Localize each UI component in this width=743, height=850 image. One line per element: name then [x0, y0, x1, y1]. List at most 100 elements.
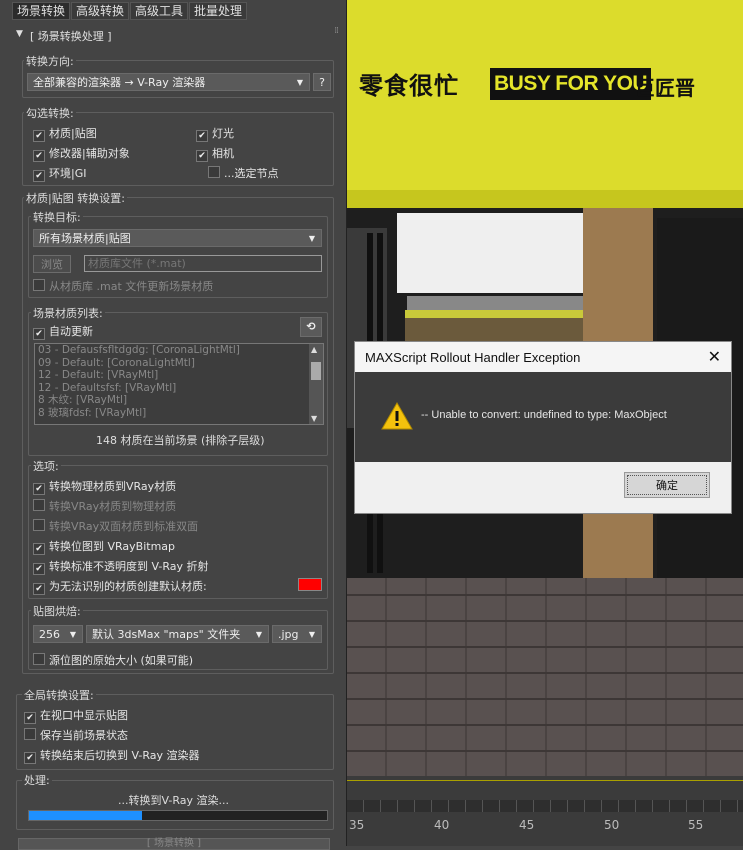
checkbox-environment[interactable]: ✔ 环境|GI: [33, 165, 86, 182]
checkbox-auto-update[interactable]: ✔ 自动更新: [33, 323, 93, 340]
check-icon: ✔: [33, 543, 45, 555]
checkbox-label: 材质|贴图: [49, 127, 97, 140]
chevron-down-icon: ▼: [296, 78, 303, 87]
ceiling-lights: [397, 213, 587, 293]
checkbox-label: 保存当前场景状态: [40, 729, 128, 742]
checkbox-update-from-mat[interactable]: 从材质库 .mat 文件更新场景材质: [33, 278, 213, 294]
list-item[interactable]: 12 - Default: [VRayMtl]: [35, 369, 323, 382]
check-icon: [33, 653, 45, 665]
bake-format-value: .jpg: [278, 628, 299, 641]
rollout-header[interactable]: ▼ [ 场景转换处理 ] ⁞⁞: [10, 26, 344, 44]
list-item[interactable]: 09 - Default: [CoronaLightMtl]: [35, 357, 323, 370]
chevron-down-icon: ▼: [308, 630, 315, 639]
bake-format-dropdown[interactable]: .jpg ▼: [272, 625, 322, 643]
timeline-tick: 55: [688, 818, 704, 832]
list-item[interactable]: 03 - Defausfsfltdgdg: [CoronaLightMtl]: [35, 344, 323, 357]
bake-folder-value: 默认 3dsMax "maps" 文件夹: [92, 628, 241, 641]
scene-convert-button[interactable]: [ 场景转换 ]: [18, 838, 330, 850]
warning-icon: [381, 402, 413, 430]
checkbox-modifiers[interactable]: ✔ 修改器|辅助对象: [33, 145, 130, 162]
ok-button[interactable]: 确定: [624, 472, 710, 498]
checkbox-vray2sided[interactable]: 转换VRay双面材质到标准双面: [33, 518, 198, 534]
scroll-down-icon[interactable]: ▼: [311, 414, 317, 423]
check-icon: ✔: [196, 150, 208, 162]
checkbox-label: 转换VRay双面材质到标准双面: [49, 520, 199, 533]
converter-panel: 场景转换 高级转换 高级工具 批量处理 ▼ [ 场景转换处理 ] ⁞⁞ 转换方向…: [0, 0, 347, 850]
yellow-signboard: 零食很忙 BUSY FOR YOU 巨匠晋: [347, 0, 743, 190]
drag-handle-icon[interactable]: ⁞⁞: [334, 26, 339, 36]
checkbox-physical-to-vray[interactable]: ✔ 转换物理材质到VRay材质: [33, 478, 176, 495]
process-status: ...转换到V-Ray 渲染...: [118, 794, 229, 807]
tiled-floor: [347, 578, 743, 776]
check-icon: ✔: [24, 712, 36, 724]
bake-size-value: 256: [39, 628, 60, 641]
list-item[interactable]: 12 - Defaultsfsf: [VRayMtl]: [35, 382, 323, 395]
collapse-arrow-icon[interactable]: ▼: [16, 29, 23, 39]
close-icon[interactable]: ✕: [708, 347, 721, 367]
checkbox-show-maps[interactable]: ✔ 在视口中显示贴图: [24, 707, 128, 724]
timeline[interactable]: 35 40 45 50 55: [347, 776, 743, 846]
exception-dialog: MAXScript Rollout Handler Exception ✕ --…: [354, 341, 732, 514]
checkbox-label: 转换物理材质到VRay材质: [49, 480, 177, 493]
sign-logo-chinese: 零食很忙: [359, 72, 459, 100]
checkbox-default-material[interactable]: ✔ 为无法识别的材质创建默认材质:: [33, 578, 207, 595]
check-icon: ✔: [33, 170, 45, 182]
checkbox-label: 源位图的原始大小 (如果可能): [49, 654, 194, 667]
dialog-body: -- Unable to convert: undefined to type:…: [355, 372, 731, 462]
checkbox-label: 为无法识别的材质创建默认材质:: [49, 580, 207, 593]
direction-dropdown[interactable]: 全部兼容的渲染器 → V-Ray 渲染器 ▼: [27, 73, 310, 91]
checkbox-materials[interactable]: ✔ 材质|贴图: [33, 125, 97, 142]
checkbox-original-size[interactable]: 源位图的原始大小 (如果可能): [33, 652, 193, 668]
process-label: 处理:: [22, 772, 52, 788]
timeline-tick: 50: [604, 818, 620, 832]
scroll-up-icon[interactable]: ▲: [311, 345, 317, 354]
sign-strip: [347, 190, 743, 208]
material-settings-label: 材质|贴图 转换设置:: [24, 190, 127, 206]
tab-batch[interactable]: 批量处理: [189, 2, 248, 20]
checkbox-selected-nodes[interactable]: ...选定节点: [208, 165, 279, 181]
checkbox-opacity[interactable]: ✔ 转换标准不透明度到 V-Ray 折射: [33, 558, 209, 575]
list-item[interactable]: 8 玻璃fdsf: [VRayMtl]: [35, 407, 323, 420]
list-item[interactable]: 8 木纹: [VRayMtl]: [35, 394, 323, 407]
checkbox-cameras[interactable]: ✔ 相机: [196, 145, 234, 162]
scroll-thumb[interactable]: [311, 362, 321, 380]
progress-bar: [28, 810, 328, 821]
check-icon: ✔: [33, 328, 45, 340]
timeline-tick: 45: [519, 818, 535, 832]
checkbox-label: ...选定节点: [224, 167, 279, 180]
checkbox-bitmap[interactable]: ✔ 转换位图到 VRayBitmap: [33, 538, 175, 555]
target-dropdown[interactable]: 所有场景材质|贴图 ▼: [33, 229, 322, 247]
material-list[interactable]: 03 - Defausfsfltdgdg: [CoronaLightMtl] 0…: [34, 343, 324, 425]
browse-button[interactable]: 浏览: [33, 255, 71, 273]
target-value: 所有场景材质|贴图: [39, 232, 131, 245]
mat-file-input[interactable]: 材质库文件 (*.mat): [84, 255, 322, 272]
check-icon: [33, 499, 45, 511]
tab-scene-convert[interactable]: 场景转换: [12, 2, 71, 20]
tab-bar: 场景转换 高级转换 高级工具 批量处理: [12, 2, 248, 20]
checkbox-vray-to-physical[interactable]: 转换VRay材质到物理材质: [33, 498, 176, 514]
checkbox-label: 转换标准不透明度到 V-Ray 折射: [49, 560, 209, 573]
timeline-track[interactable]: [347, 800, 743, 812]
check-icon: ✔: [33, 583, 45, 595]
help-button[interactable]: ?: [313, 73, 331, 91]
dialog-titlebar[interactable]: MAXScript Rollout Handler Exception ✕: [355, 342, 731, 372]
timeline-divider: [347, 780, 743, 781]
tab-advanced-convert[interactable]: 高级转换: [71, 2, 130, 20]
default-color-swatch[interactable]: [298, 578, 322, 591]
shelf-trim: [405, 310, 585, 318]
checkbox-label: 环境|GI: [49, 167, 87, 180]
checkbox-save-state[interactable]: 保存当前场景状态: [24, 727, 128, 743]
check-icon: [33, 519, 45, 531]
timeline-tick: 35: [349, 818, 365, 832]
list-scrollbar[interactable]: ▲ ▼: [309, 344, 323, 424]
checkbox-lights[interactable]: ✔ 灯光: [196, 125, 234, 142]
checkbox-switch-renderer[interactable]: ✔ 转换结束后切换到 V-Ray 渲染器: [24, 747, 200, 764]
bake-folder-dropdown[interactable]: 默认 3dsMax "maps" 文件夹 ▼: [86, 625, 269, 643]
rollout-title: [ 场景转换处理 ]: [30, 30, 112, 43]
tab-advanced-tools[interactable]: 高级工具: [130, 2, 189, 20]
checkbox-label: 从材质库 .mat 文件更新场景材质: [49, 280, 214, 293]
bake-size-dropdown[interactable]: 256 ▼: [33, 625, 83, 643]
sign-logo-busy: BUSY FOR YOU: [490, 68, 652, 100]
direction-label: 转换方向:: [24, 53, 76, 69]
refresh-icon[interactable]: ⟲: [300, 317, 322, 337]
